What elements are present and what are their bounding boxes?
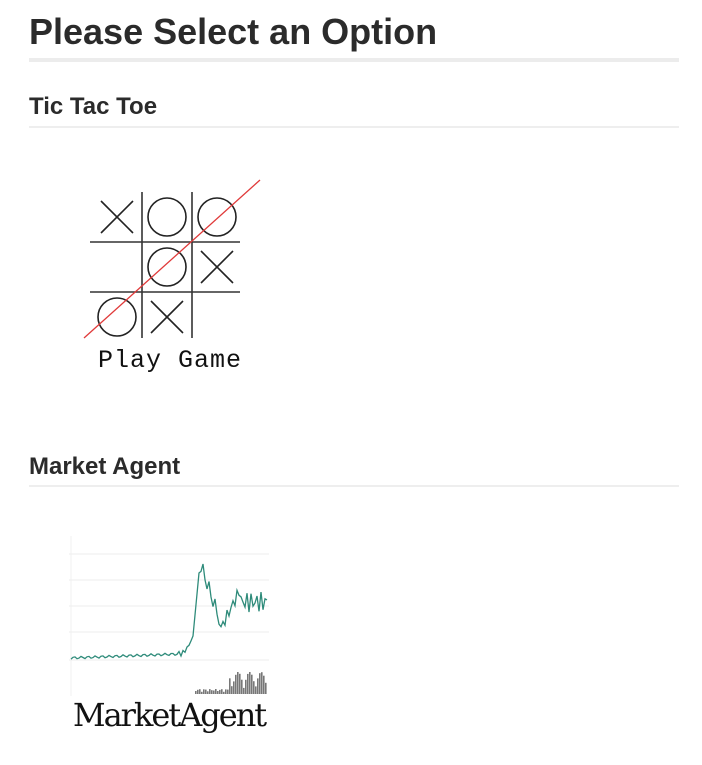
volume-bar — [239, 673, 241, 694]
volume-bar — [241, 679, 243, 694]
section-divider-tic-tac-toe — [29, 126, 679, 128]
volume-bar — [245, 679, 247, 694]
volume-bar — [257, 678, 259, 694]
volume-bar — [263, 675, 265, 694]
play-game-tile[interactable]: Play Game — [70, 174, 270, 380]
section-title-market-agent: Market Agent — [29, 453, 181, 480]
options-page: Please Select an Option Tic Tac Toe Play… — [0, 0, 702, 765]
volume-bar — [205, 689, 207, 694]
market-agent-tile[interactable]: MarketAgent — [69, 536, 269, 736]
volume-bar — [217, 691, 219, 694]
volume-bar — [243, 687, 245, 694]
volume-bar — [201, 691, 203, 694]
volume-bar — [231, 686, 233, 694]
volume-bar — [265, 682, 267, 694]
volume-bar — [197, 689, 199, 694]
volume-bar — [199, 689, 201, 694]
section-title-tic-tac-toe: Tic Tac Toe — [29, 93, 158, 120]
x-mark — [200, 250, 234, 284]
volume-bar — [249, 672, 251, 694]
volume-bar — [247, 673, 249, 694]
o-mark — [97, 297, 137, 337]
volume-bar — [233, 681, 235, 694]
market-agent-label: MarketAgent — [72, 696, 267, 734]
volume-bar — [209, 689, 211, 694]
price-line — [70, 563, 268, 660]
section-divider-market-agent — [29, 485, 679, 487]
volume-bar — [255, 686, 257, 694]
volume-bar — [219, 689, 221, 694]
volume-bar — [259, 673, 261, 694]
volume-bar — [195, 691, 197, 694]
page-title: Please Select an Option — [29, 11, 438, 52]
tic-tac-toe-board-icon — [83, 179, 261, 339]
volume-bar — [225, 689, 227, 694]
volume-bar — [203, 689, 205, 694]
title-divider — [29, 58, 679, 62]
volume-bar — [213, 690, 215, 694]
volume-bar — [251, 674, 253, 694]
x-mark — [100, 200, 134, 234]
o-mark — [147, 247, 187, 287]
play-game-label: Play Game — [97, 346, 243, 375]
volume-bar — [207, 691, 209, 694]
volume-bar — [237, 672, 239, 694]
x-mark — [150, 300, 184, 334]
volume-bar — [211, 690, 213, 694]
volume-bar — [223, 691, 225, 694]
volume-bar — [235, 674, 237, 694]
volume-bar — [229, 678, 231, 694]
o-mark — [147, 197, 187, 237]
volume-bar — [261, 672, 263, 694]
volume-bar — [253, 681, 255, 694]
volume-bar — [227, 689, 229, 694]
volume-bar — [221, 689, 223, 694]
volume-bar — [215, 689, 217, 694]
winning-line — [83, 179, 261, 339]
price-chart-icon — [69, 536, 269, 696]
